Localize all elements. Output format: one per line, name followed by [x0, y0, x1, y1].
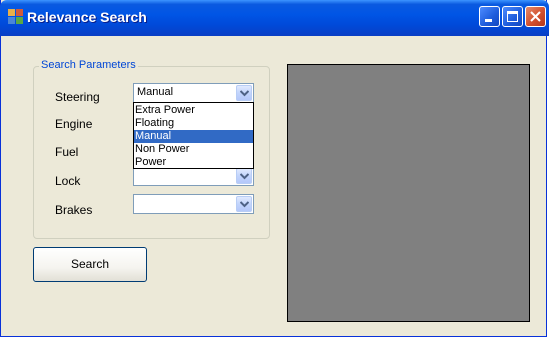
close-button[interactable] — [525, 6, 546, 27]
steering-dropdown-button[interactable] — [236, 85, 252, 101]
brakes-label: Brakes — [55, 203, 93, 217]
lock-combobox[interactable] — [133, 166, 254, 186]
steering-combobox[interactable]: Manual — [133, 83, 254, 103]
minimize-icon — [485, 19, 492, 22]
dropdown-option[interactable]: Extra Power — [134, 104, 253, 117]
chevron-down-icon — [240, 173, 249, 180]
dropdown-option[interactable]: Non Power — [134, 143, 253, 156]
steering-dropdown-list[interactable]: Extra Power Floating Manual Non Power Po… — [133, 102, 254, 169]
chevron-down-icon — [240, 90, 249, 97]
maximize-icon — [507, 11, 518, 22]
group-legend: Search Parameters — [39, 59, 138, 71]
lock-label: Lock — [55, 174, 81, 188]
steering-label: Steering — [55, 90, 100, 104]
brakes-dropdown-button[interactable] — [236, 196, 252, 212]
fuel-label: Fuel — [55, 145, 79, 159]
dropdown-option-selected[interactable]: Manual — [134, 130, 253, 143]
results-panel — [287, 64, 530, 322]
minimize-button[interactable] — [479, 6, 500, 27]
application-icon — [8, 9, 23, 24]
brakes-combobox[interactable] — [133, 194, 254, 214]
title-bar[interactable]: Relevance Search — [0, 0, 549, 36]
search-button[interactable]: Search — [33, 247, 147, 282]
maximize-button[interactable] — [502, 6, 523, 27]
engine-label: Engine — [55, 117, 93, 131]
window-title: Relevance Search — [27, 9, 147, 25]
steering-value: Manual — [137, 86, 174, 98]
lock-dropdown-button[interactable] — [236, 168, 252, 184]
close-icon — [530, 11, 541, 22]
dropdown-option[interactable]: Power — [134, 156, 253, 169]
chevron-down-icon — [240, 201, 249, 208]
dropdown-option[interactable]: Floating — [134, 117, 253, 130]
